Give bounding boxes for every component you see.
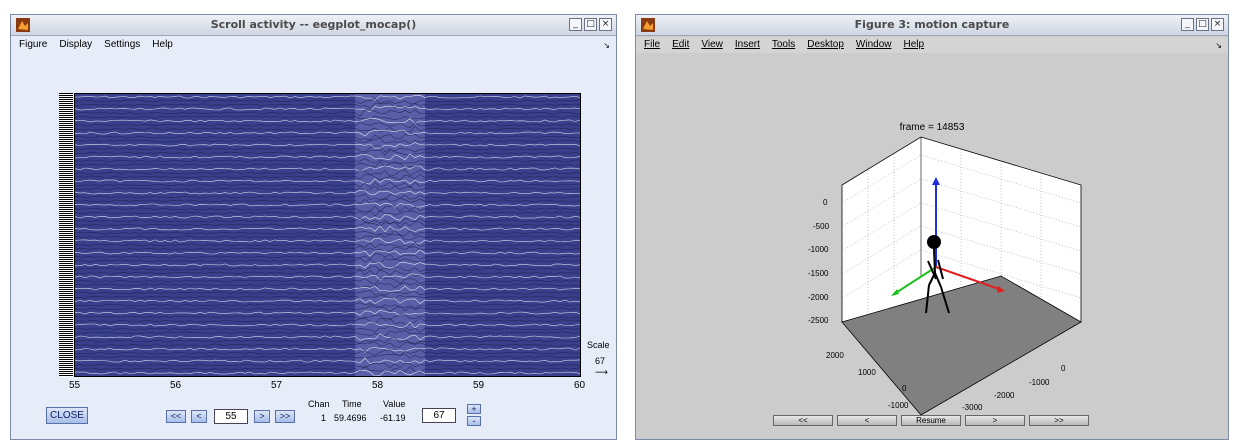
chan-value: 1 [321, 413, 327, 423]
time-header: Time [342, 399, 362, 409]
resume-button[interactable]: Resume [901, 415, 961, 426]
window-title: Scroll activity -- eegplot_mocap() [210, 18, 417, 31]
z-tick: -1500 [808, 269, 829, 278]
z-tick: -2000 [808, 293, 829, 302]
prev-frame-button[interactable]: < [837, 415, 897, 426]
eeg-plot[interactable] [74, 93, 581, 377]
titlebar[interactable]: Scroll activity -- eegplot_mocap() _ □ × [11, 15, 616, 36]
z-tick: 0 [823, 198, 828, 207]
z-tick: -1000 [808, 245, 829, 254]
mocap-window: Figure 3: motion capture _ □ × File Edit… [635, 14, 1229, 440]
x-tick: -1000 [1029, 378, 1050, 387]
x-tick: 0 [1061, 364, 1066, 373]
menu-help[interactable]: Help [152, 37, 173, 53]
x-tick: 56 [170, 380, 182, 391]
scale-bar-icon: ⟶ [595, 368, 608, 378]
last-page-button[interactable]: >> [275, 410, 295, 423]
mocap-3d-axes[interactable] [636, 15, 1230, 441]
scale-decrease-button[interactable]: - [467, 416, 481, 426]
x-tick: 59 [473, 380, 485, 391]
x-tick: 60 [574, 380, 586, 391]
maximize-icon[interactable]: □ [584, 18, 597, 31]
x-tick: -2000 [994, 391, 1015, 400]
position-input[interactable]: 55 [214, 409, 248, 424]
z-tick: -500 [813, 222, 830, 231]
x-tick: 58 [372, 380, 384, 391]
eeg-background [75, 94, 580, 376]
y-tick: 0 [902, 384, 907, 393]
value-header: Value [383, 399, 406, 409]
eeg-traces [75, 94, 580, 376]
x-tick: 57 [271, 380, 283, 391]
time-value: 59.4696 [334, 413, 367, 423]
prev-button[interactable]: < [191, 410, 207, 423]
next-button[interactable]: > [254, 410, 270, 423]
menu-figure[interactable]: Figure [19, 37, 47, 53]
minimize-icon[interactable]: _ [569, 18, 582, 31]
menubar: Figure Display Settings Help [11, 37, 616, 53]
eegplot-window: Scroll activity -- eegplot_mocap() _ □ ×… [10, 14, 617, 440]
scale-input[interactable]: 67 [422, 408, 456, 423]
first-page-button[interactable]: << [166, 410, 186, 423]
y-tick: 2000 [826, 351, 844, 360]
scale-increase-button[interactable]: + [467, 404, 481, 414]
z-tick: -2500 [808, 316, 829, 325]
chan-header: Chan [308, 399, 330, 409]
close-icon[interactable]: × [599, 18, 612, 31]
x-tick: 55 [69, 380, 81, 391]
menu-display[interactable]: Display [59, 37, 92, 53]
close-button[interactable]: CLOSE [46, 407, 88, 424]
head-icon [927, 235, 941, 249]
y-tick: 1000 [858, 368, 876, 377]
scale-value: 67 [595, 356, 606, 366]
menu-arrow-icon[interactable]: ↘ [603, 41, 610, 50]
y-tick: -1000 [888, 401, 909, 410]
last-frame-button[interactable]: >> [1029, 415, 1089, 426]
scale-label: Scale [587, 340, 610, 350]
menu-settings[interactable]: Settings [104, 37, 140, 53]
channel-labels [59, 93, 73, 377]
value-value: -61.19 [380, 413, 406, 423]
x-tick: -3000 [962, 403, 983, 412]
first-frame-button[interactable]: << [773, 415, 833, 426]
next-frame-button[interactable]: > [965, 415, 1025, 426]
